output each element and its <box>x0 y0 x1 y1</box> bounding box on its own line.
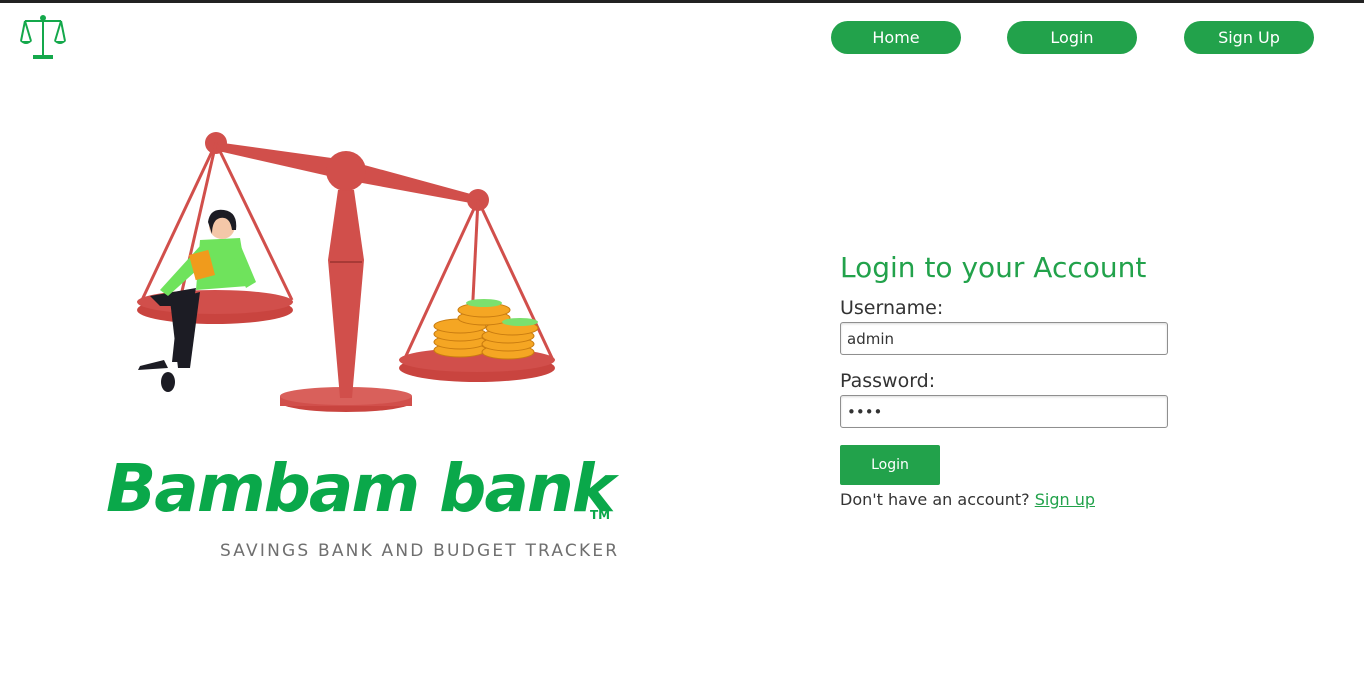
username-input[interactable] <box>840 322 1168 355</box>
brand-name: Bambam bank <box>106 450 616 527</box>
password-input[interactable] <box>840 395 1168 428</box>
brand-trademark: TM <box>590 508 611 522</box>
nav-login-button[interactable]: Login <box>1007 21 1137 54</box>
signup-link[interactable]: Sign up <box>1035 490 1095 509</box>
password-label: Password: <box>840 370 936 392</box>
login-submit-button[interactable]: Login <box>840 445 940 485</box>
signup-prompt-text: Don't have an account? <box>840 490 1030 509</box>
top-border <box>0 0 1364 3</box>
username-label: Username: <box>840 297 944 319</box>
nav-home-button[interactable]: Home <box>831 21 961 54</box>
signup-prompt: Don't have an account? Sign up <box>840 490 1095 509</box>
login-form-title: Login to your Account <box>840 251 1147 284</box>
balance-scale-icon[interactable] <box>20 13 66 61</box>
nav-signup-button[interactable]: Sign Up <box>1184 21 1314 54</box>
brand-tagline: SAVINGS BANK AND BUDGET TRACKER <box>220 541 620 561</box>
